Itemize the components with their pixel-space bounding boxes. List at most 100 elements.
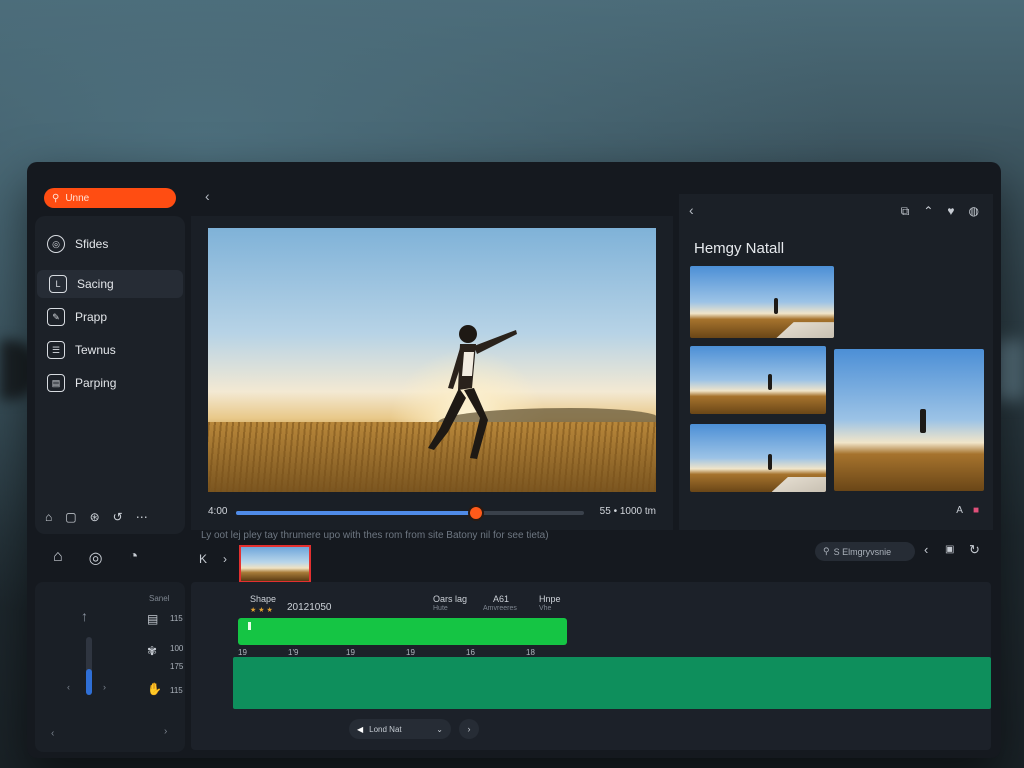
media-panel: ‹ ⧉ ⌃ ♥ ◍ Hemgy Natall A ■ [679,194,993,530]
track-name: Shape [250,594,277,604]
search-label: Unne [65,192,90,204]
timecode: 20121050 [287,602,332,613]
volume-slider-fill [86,668,92,695]
text-icon[interactable]: A [956,505,963,516]
chevron-right-icon[interactable]: › [164,726,167,737]
folder-icon[interactable]: ▢ [65,510,76,524]
progress-fill [236,511,477,515]
clip-search-input[interactable]: ⚲ S Elmgryvsnie [815,542,915,561]
panel-back-icon[interactable]: ‹ [689,202,694,218]
rating-stars: ★ ★ ★ [250,607,273,614]
audio-track-bar[interactable] [233,657,991,709]
scrubber: 4:00 55 • 1000 tm [208,506,656,520]
home-icon[interactable]: ⌂ [53,548,63,568]
sidebar-item-sfides[interactable]: ◎ Sfides [35,230,185,258]
media-thumbnail[interactable] [690,424,826,492]
person-silhouette [428,325,517,459]
media-thumbnail[interactable] [834,349,984,491]
chevron-right-icon[interactable]: › [103,682,106,692]
caption-icon[interactable]: ▤ [147,612,158,626]
chevron-right-icon: › [467,724,471,734]
back-arrow-icon[interactable]: ‹ [205,188,210,204]
ruler-mark: 19 [238,648,247,657]
edit-icon: ✎ [47,308,65,326]
sidebar-item-parping[interactable]: ▤ Parping [35,369,185,397]
settings-icon[interactable]: ⊛ [90,510,100,524]
scale-label: Sanel [149,594,170,603]
tool-value: 175 [170,662,184,671]
volume-slider[interactable] [86,637,92,695]
progress-track[interactable] [236,507,584,519]
sidebar-toolbar: ⌂ ▢ ⊛ ↺ ⋯ [45,510,148,524]
panel-header-icons: ⧉ ⌃ ♥ ◍ [901,204,979,219]
user-icon: ◎ [47,235,65,253]
undo-icon[interactable]: ↺ [113,510,123,524]
chevron-left-icon[interactable]: ‹ [67,682,70,692]
tool-value: 115 [170,686,183,695]
panel-title: Hemgy Natall [694,240,785,257]
ruler-mark: 19 [346,648,355,657]
tool-value: 100 [170,644,184,653]
search-icon: ⚲ [52,192,60,204]
home-icon[interactable]: ⌂ [45,510,52,524]
copy-icon[interactable]: ⧉ [901,204,910,219]
heart-icon[interactable]: ♥ [947,204,954,219]
ruler-mark: 1'9 [288,648,299,657]
frame-icon: L [49,275,67,293]
media-thumbnail[interactable] [690,266,834,338]
ruler-mark: 18 [526,648,535,657]
next-button[interactable]: › [459,719,479,739]
figure [768,454,772,470]
tools-panel [35,582,185,752]
sidebar-item-sacing[interactable]: L Sacing [37,270,183,298]
list-icon: ☰ [47,341,65,359]
chevron-right-icon[interactable]: › [223,552,227,566]
time-end: 55 • 1000 tm [599,506,656,517]
camera-icon[interactable]: ▣ [945,544,954,555]
road [776,322,834,338]
search-icon: ⚲ [823,546,830,556]
sidebar-item-label: Sacing [77,277,114,291]
column-sub: Hute [433,605,448,612]
more-icon[interactable]: ⋯ [136,510,148,524]
chevron-left-icon[interactable]: ‹ [51,728,54,739]
column-sub: Amvreeres [483,605,517,612]
media-thumbnail[interactable] [690,346,826,414]
effects-icon[interactable]: ✾ [147,644,157,658]
ruler-mark: 19 [406,648,415,657]
chevron-down-icon: ⌄ [436,724,443,734]
chevron-up-icon[interactable]: ⌃ [923,204,933,219]
sidebar-item-label: Sfides [75,237,109,251]
gesture-icon[interactable]: ✋ [147,682,162,696]
flag-icon[interactable]: ■ [973,505,979,516]
globe-icon[interactable]: ◍ [969,204,979,219]
sidebar-item-label: Parping [75,376,117,390]
editor-window: ⚲ Unne ◎ Sfides L Sacing ✎ Prapp ☰ Tewnu… [27,162,1001,758]
playhead-knob[interactable] [470,507,483,519]
dropdown-label: Lond Nat [369,724,402,734]
timer-icon[interactable]: ◔ [129,548,139,568]
audio-icon[interactable]: ◎ [89,548,103,568]
time-start: 4:00 [208,506,228,517]
refresh-icon[interactable]: ↻ [969,542,980,558]
sidebar-item-label: Tewnus [75,343,116,357]
clip-bar[interactable] [238,618,567,645]
column-sub: Vhe [539,605,552,612]
tool-value: 115 [170,614,183,623]
chevron-left-icon[interactable]: ‹ [924,542,928,557]
panel-footer-icons: A ■ [956,505,979,516]
search-button[interactable]: ⚲ Unne [44,188,176,208]
track-dropdown[interactable]: ◀ Lond Nat ⌄ [349,719,451,739]
column-label: A61 [493,594,510,604]
selected-clip-thumbnail[interactable] [239,545,311,583]
sidebar: ◎ Sfides L Sacing ✎ Prapp ☰ Tewnus ▤ Par… [35,216,185,534]
sidebar-item-prapp[interactable]: ✎ Prapp [35,303,185,331]
sidebar-item-tewnus[interactable]: ☰ Tewnus [35,336,185,364]
ruler-mark: 16 [466,648,475,657]
column-label: Hnpe [539,594,561,604]
video-preview[interactable] [208,228,656,492]
previous-icon[interactable]: K [199,552,207,566]
speaker-icon: ◀ [357,724,364,734]
sidebar-item-label: Prapp [75,310,108,324]
column-label: Oars lag [433,594,468,604]
